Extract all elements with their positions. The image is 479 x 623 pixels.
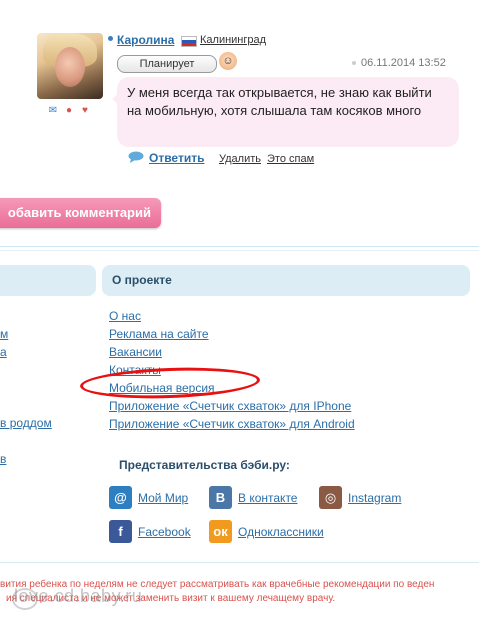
about-link-about-us[interactable]: О нас [109, 307, 355, 325]
odnoklassniki-icon: ок [209, 520, 232, 543]
left-link-fragment[interactable]: м [0, 327, 8, 341]
about-link-iphone-app[interactable]: Приложение «Счетчик схваток» для IPhone [109, 397, 355, 415]
social-label[interactable]: В контакте [238, 491, 297, 505]
vk-icon: B [209, 486, 232, 509]
left-link-fragment[interactable]: а [0, 345, 7, 359]
date-dot [352, 61, 356, 65]
social-item-moy-mir[interactable]: @ Мой Мир [109, 486, 188, 509]
social-label[interactable]: Мой Мир [138, 491, 188, 505]
user-avatar[interactable] [37, 33, 103, 99]
divider [0, 562, 479, 563]
delete-link[interactable]: Удалить [219, 153, 261, 165]
about-link-vacancies[interactable]: Вакансии [109, 343, 355, 361]
social-item-facebook[interactable]: f Facebook [109, 520, 191, 543]
comment-text: У меня всегда так открывается, не знаю к… [127, 85, 432, 118]
status-badge: Планирует [117, 55, 217, 73]
online-dot [108, 36, 113, 41]
social-item-vkontakte[interactable]: B В контакте [209, 486, 297, 509]
username-link[interactable]: Каролина [117, 33, 174, 47]
social-item-instagram[interactable]: ◎ Instagram [319, 486, 401, 509]
spam-link[interactable]: Это спам [267, 153, 314, 165]
social-item-odnoklassniki[interactable]: ок Одноклассники [209, 520, 324, 543]
divider [0, 250, 479, 251]
representations-title: Представительства бэби.ру: [119, 458, 290, 472]
left-column-header [0, 265, 96, 296]
reply-link[interactable]: Ответить [149, 151, 204, 165]
gift-icon[interactable]: ● [62, 105, 76, 117]
facebook-icon: f [109, 520, 132, 543]
divider [0, 246, 479, 247]
comment-date: 06.11.2014 13:52 [361, 57, 446, 69]
city-link[interactable]: Калининград [200, 34, 266, 46]
about-link-android-app[interactable]: Приложение «Счетчик схваток» для Android [109, 415, 355, 433]
baby-face-icon: ☺ [219, 52, 237, 70]
social-label[interactable]: Одноклассники [238, 525, 324, 539]
add-comment-button[interactable]: обавить комментарий [0, 198, 161, 228]
user-action-icons: ✉ ● ♥ [46, 105, 92, 117]
russia-flag-icon [181, 36, 197, 47]
left-link-fragment[interactable]: в [0, 452, 6, 466]
watermark: love.cd.baby.ru [14, 586, 143, 606]
mail-ru-icon: @ [109, 486, 132, 509]
social-label[interactable]: Facebook [138, 525, 191, 539]
social-label[interactable]: Instagram [348, 491, 401, 505]
left-link-fragment[interactable]: в роддом [0, 416, 52, 430]
envelope-icon[interactable]: ✉ [46, 105, 60, 117]
heart-icon[interactable]: ♥ [78, 105, 92, 117]
speech-bubble-icon[interactable] [128, 151, 144, 163]
about-section-title: О проекте [102, 265, 470, 296]
about-link-advertising[interactable]: Реклама на сайте [109, 325, 355, 343]
instagram-icon: ◎ [319, 486, 342, 509]
comment-bubble: У меня всегда так открывается, не знаю к… [117, 77, 459, 147]
